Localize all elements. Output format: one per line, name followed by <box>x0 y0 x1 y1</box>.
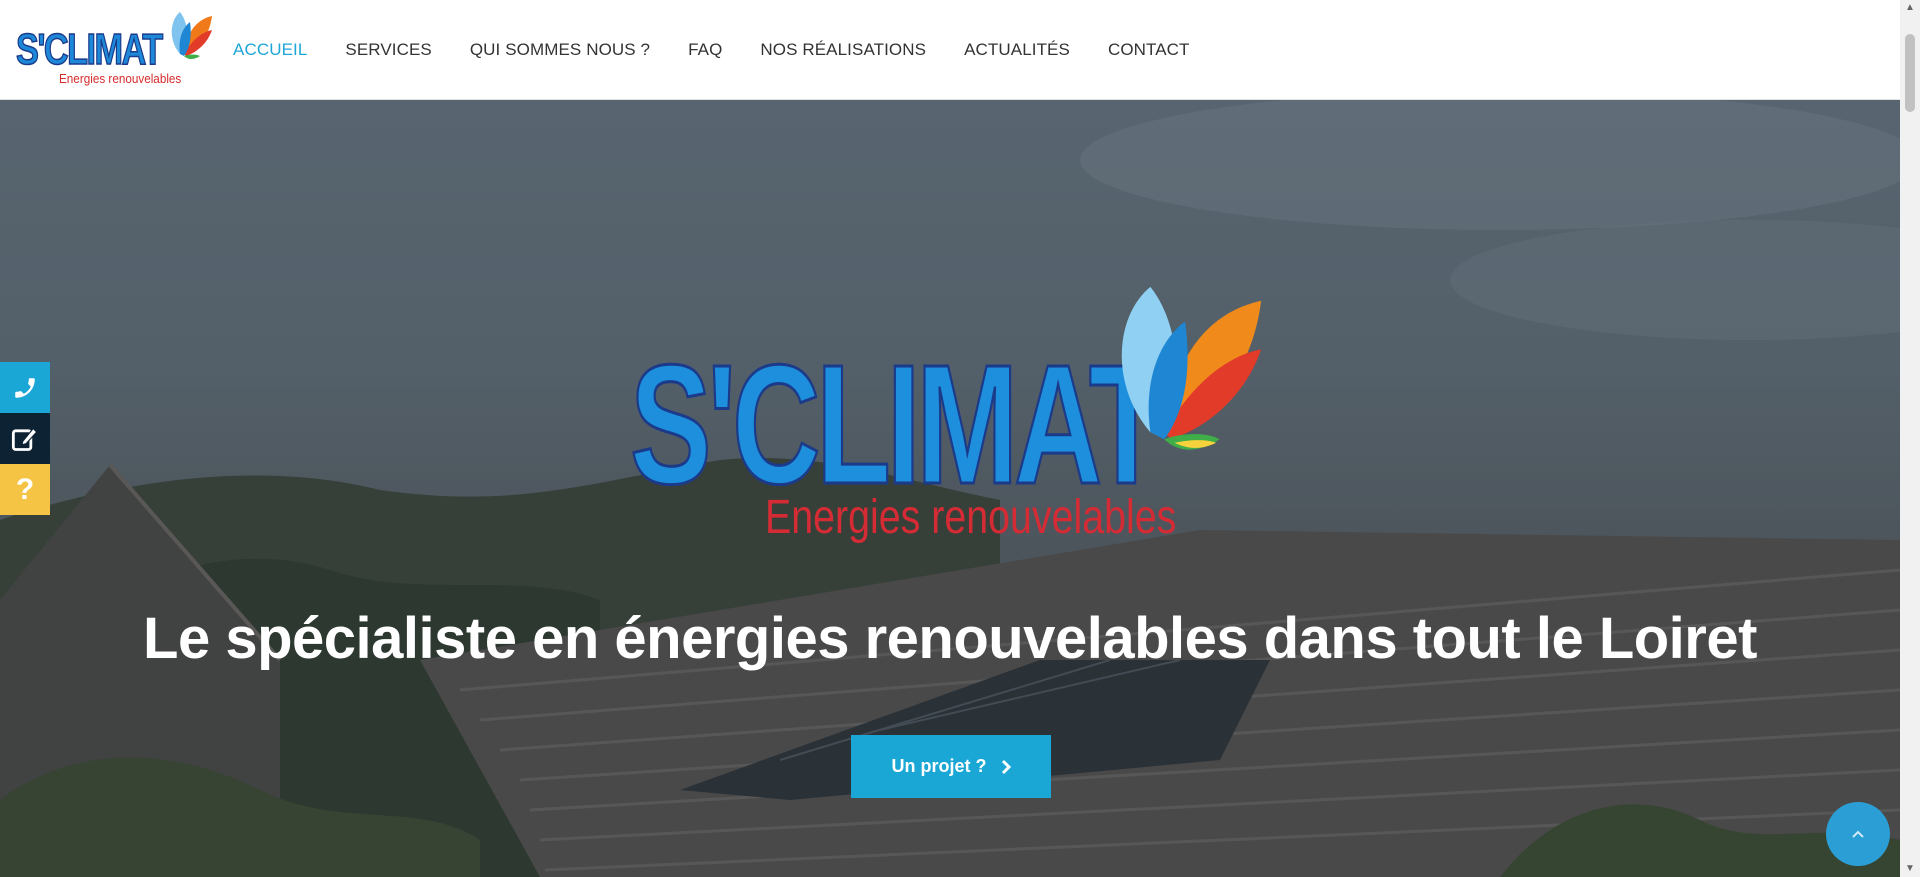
hero-butterfly-icon <box>1121 286 1262 450</box>
hero-logo: S'CLIMAT Energies renouvelables <box>629 280 1270 550</box>
scroll-up-arrow-icon[interactable]: ▲ <box>1904 2 1916 14</box>
question-icon: ? <box>15 472 35 506</box>
faq-button[interactable]: ? <box>0 464 50 515</box>
site-header: S'CLIMAT Energies renouvelables ACCUEIL … <box>0 0 1900 100</box>
main-nav: ACCUEIL SERVICES QUI SOMMES NOUS ? FAQ N… <box>233 0 1228 99</box>
cta-label: Un projet ? <box>891 756 987 776</box>
hero-logo-tagline: Energies renouvelables <box>765 491 1177 544</box>
nav-qui-sommes-nous[interactable]: QUI SOMMES NOUS ? <box>470 40 650 60</box>
hero-section: S'CLIMAT Energies renouvelables Le spéci… <box>0 100 1900 877</box>
scrollbar-thumb[interactable] <box>1905 34 1915 112</box>
butterfly-icon <box>171 12 212 59</box>
edit-icon <box>11 427 38 451</box>
page-scrollbar[interactable]: ▲ ▼ <box>1900 0 1920 877</box>
nav-accueil[interactable]: ACCUEIL <box>233 40 307 60</box>
nav-contact[interactable]: CONTACT <box>1108 40 1190 60</box>
nav-faq[interactable]: FAQ <box>688 40 722 60</box>
scroll-down-arrow-icon[interactable]: ▼ <box>1904 863 1916 875</box>
hero-logo-brand: S'CLIMAT <box>629 330 1165 520</box>
logo-tagline: Energies renouvelables <box>59 71 182 86</box>
nav-actualites[interactable]: ACTUALITÉS <box>964 40 1070 60</box>
nav-nos-realisations[interactable]: NOS RÉALISATIONS <box>760 40 926 60</box>
quote-form-button[interactable] <box>0 413 50 464</box>
project-cta-button[interactable]: Un projet ? <box>851 735 1051 798</box>
logo-brand: S'CLIMAT <box>15 25 163 74</box>
chevron-right-icon <box>1001 759 1011 774</box>
phone-icon <box>15 377 35 398</box>
hero-title: Le spécialiste en énergies renouvelables… <box>143 606 1757 671</box>
phone-button[interactable] <box>0 362 50 413</box>
nav-services[interactable]: SERVICES <box>345 40 431 60</box>
side-contact-bar: ? <box>0 362 50 515</box>
site-logo[interactable]: S'CLIMAT Energies renouvelables <box>15 10 216 90</box>
chevron-up-icon <box>1852 830 1864 838</box>
back-to-top-button[interactable] <box>1826 802 1890 866</box>
